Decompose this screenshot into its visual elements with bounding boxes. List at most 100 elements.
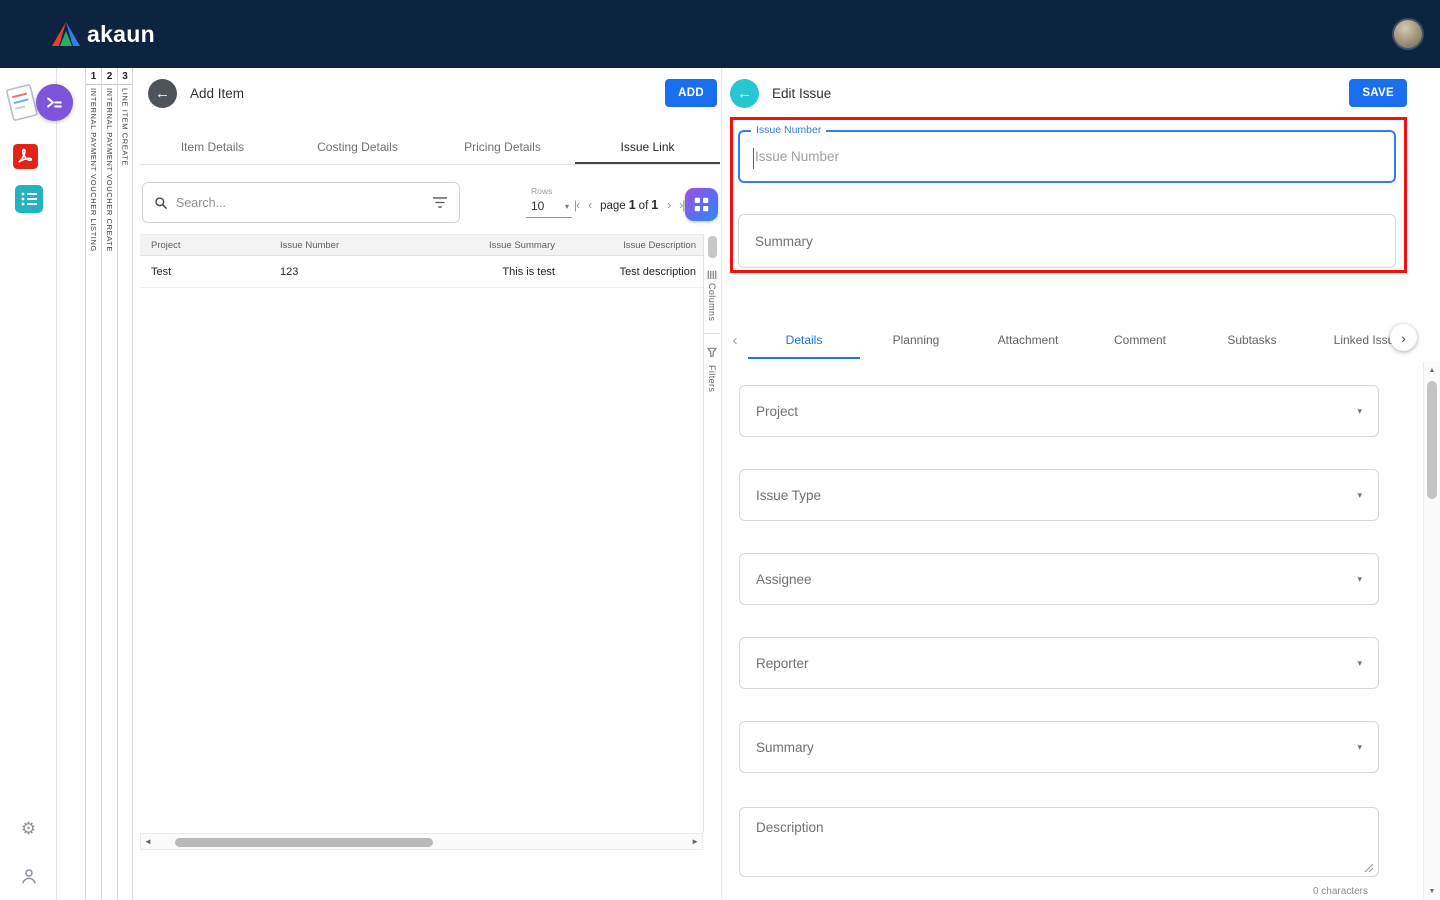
issue-number-field: Issue Number [738, 124, 1396, 183]
edit-issue-panel: ← Edit Issue SAVE Issue Number Summary ‹… [721, 68, 1440, 900]
vertical-tab-internal-payment-voucher-create[interactable]: 2 INTERNAL PAYMENT VOUCHER CREATE [101, 68, 117, 900]
vertical-tab-line-item-create[interactable]: 3 LINE ITEM CREATE [117, 68, 133, 900]
back-arrow-icon: ← [737, 84, 752, 102]
page-word: page [600, 200, 626, 212]
apps-grid-icon [694, 197, 709, 212]
summary-select-label: Summary [756, 739, 814, 755]
grid-view-button[interactable] [685, 188, 718, 221]
vertical-tab-number: 1 [86, 68, 101, 85]
workspace-vertical-tabs: 1 INTERNAL PAYMENT VOUCHER LISTING 2 INT… [85, 68, 133, 900]
caret-down-icon: ▾ [1357, 657, 1362, 668]
summary-field-label: Summary [755, 233, 813, 249]
project-select-label: Project [756, 403, 799, 419]
left-icon-rail: ⚙ [0, 68, 73, 900]
edit-issue-header: ← Edit Issue SAVE [730, 75, 1407, 111]
col-project[interactable]: Project [140, 240, 280, 251]
tab-pricing-details[interactable]: Pricing Details [430, 128, 575, 164]
columns-grip-icon [707, 270, 717, 280]
user-avatar[interactable] [1392, 18, 1424, 50]
scroll-down-arrow[interactable]: ▼ [1424, 888, 1440, 895]
settings-gear-icon[interactable]: ⚙ [21, 820, 36, 837]
tabs-scroll-left[interactable]: ‹ [722, 332, 748, 349]
filters-funnel-icon [706, 344, 718, 362]
vertical-tab-label: INTERNAL PAYMENT VOUCHER CREATE [105, 88, 114, 253]
vertical-tab-label: INTERNAL PAYMENT VOUCHER LISTING [89, 88, 98, 252]
resize-handle-icon[interactable] [1363, 862, 1374, 873]
description-label: Description [756, 820, 824, 835]
columns-toggle[interactable]: Columns [707, 283, 717, 321]
cell-issue-number: 123 [280, 265, 299, 278]
filters-toggle[interactable]: Filters [707, 365, 717, 392]
page-total: 1 [651, 198, 659, 212]
tabs-scroll-right[interactable]: › [1390, 324, 1417, 351]
back-button[interactable]: ← [148, 78, 177, 108]
add-item-panel: ← Add Item ADD Item Details Costing Deta… [140, 68, 720, 900]
col-issue-description[interactable]: Issue Description [555, 240, 700, 251]
first-page-button[interactable]: |‹ [574, 198, 580, 212]
tab-item-details[interactable]: Item Details [140, 128, 285, 164]
listing-icon[interactable] [14, 184, 44, 219]
save-button[interactable]: SAVE [1349, 79, 1407, 107]
vertical-tab-number: 3 [118, 68, 132, 85]
next-page-button[interactable]: › [667, 198, 671, 212]
tab-comment[interactable]: Comment [1084, 321, 1196, 359]
issue-number-input[interactable] [740, 132, 1394, 181]
caret-down-icon: ▾ [1357, 489, 1362, 500]
reporter-select[interactable]: Reporter ▾ [739, 637, 1379, 689]
pdf-icon[interactable] [12, 143, 39, 175]
caret-down-icon: ▾ [1357, 573, 1362, 584]
col-issue-number[interactable]: Issue Number [280, 240, 415, 251]
search-icon [155, 196, 167, 209]
cell-project: Test [151, 265, 172, 278]
summary-field[interactable]: Summary [738, 214, 1396, 268]
search-input[interactable] [176, 195, 424, 210]
add-button[interactable]: ADD [665, 79, 717, 107]
akaun-triangle-icon [52, 22, 80, 46]
top-app-bar: akaun [0, 0, 1440, 68]
summary-select[interactable]: Summary ▾ [739, 721, 1379, 773]
assignee-select-label: Assignee [756, 571, 812, 587]
last-page-button[interactable]: ›| [679, 198, 685, 212]
vertical-tab-number: 2 [102, 68, 117, 85]
tab-issue-link[interactable]: Issue Link [575, 128, 720, 164]
horizontal-scrollbar-thumb[interactable] [174, 838, 433, 847]
back-button[interactable]: ← [730, 78, 759, 108]
scroll-up-arrow[interactable]: ▲ [1424, 367, 1440, 374]
description-textarea[interactable]: Description [739, 807, 1379, 877]
table-vertical-scrollbar-thumb[interactable] [707, 236, 717, 258]
vertical-tab-label: LINE ITEM CREATE [120, 88, 130, 167]
profile-icon[interactable] [20, 867, 38, 890]
vertical-scrollbar-thumb[interactable] [1427, 381, 1437, 499]
tab-details[interactable]: Details [748, 321, 860, 359]
table-header-row: Project Issue Number Issue Summary Issue… [140, 234, 703, 256]
caret-down-icon: ▾ [1357, 405, 1362, 416]
scroll-right-arrow[interactable]: ► [691, 837, 699, 846]
page-title: Edit Issue [772, 85, 832, 101]
add-item-header: ← Add Item ADD [148, 75, 717, 111]
vertical-scrollbar: ▲ ▼ [1423, 362, 1440, 900]
filter-icon[interactable] [432, 196, 448, 209]
tab-linked-issues[interactable]: Linked Issu [1308, 321, 1398, 359]
issue-type-select[interactable]: Issue Type ▾ [739, 469, 1379, 521]
tab-attachment[interactable]: Attachment [972, 321, 1084, 359]
col-issue-summary[interactable]: Issue Summary [415, 240, 555, 251]
page-indicator: page 1 of 1 [600, 198, 658, 212]
pagination: |‹ ‹ page 1 of 1 › ›| [574, 198, 685, 212]
tab-subtasks[interactable]: Subtasks [1196, 321, 1308, 359]
scroll-left-arrow[interactable]: ◄ [144, 837, 152, 846]
issue-type-select-label: Issue Type [756, 487, 822, 503]
of-word: of [638, 200, 649, 212]
project-select[interactable]: Project ▾ [739, 385, 1379, 437]
horizontal-scrollbar-track[interactable] [155, 834, 688, 849]
cell-issue-summary: This is test [502, 265, 555, 278]
vertical-tab-internal-payment-voucher-listing[interactable]: 1 INTERNAL PAYMENT VOUCHER LISTING [85, 68, 101, 900]
prev-page-button[interactable]: ‹ [588, 198, 592, 212]
tab-costing-details[interactable]: Costing Details [285, 128, 430, 164]
rows-per-page-select[interactable]: Rows 10 ▾ [526, 186, 572, 218]
console-shortcut-icon[interactable] [36, 84, 73, 121]
search-box [142, 182, 460, 223]
assignee-select[interactable]: Assignee ▾ [739, 553, 1379, 605]
tab-planning[interactable]: Planning [860, 321, 972, 359]
table-row[interactable]: Test 123 This is test Test description [140, 256, 703, 288]
caret-down-icon: ▾ [564, 201, 569, 211]
